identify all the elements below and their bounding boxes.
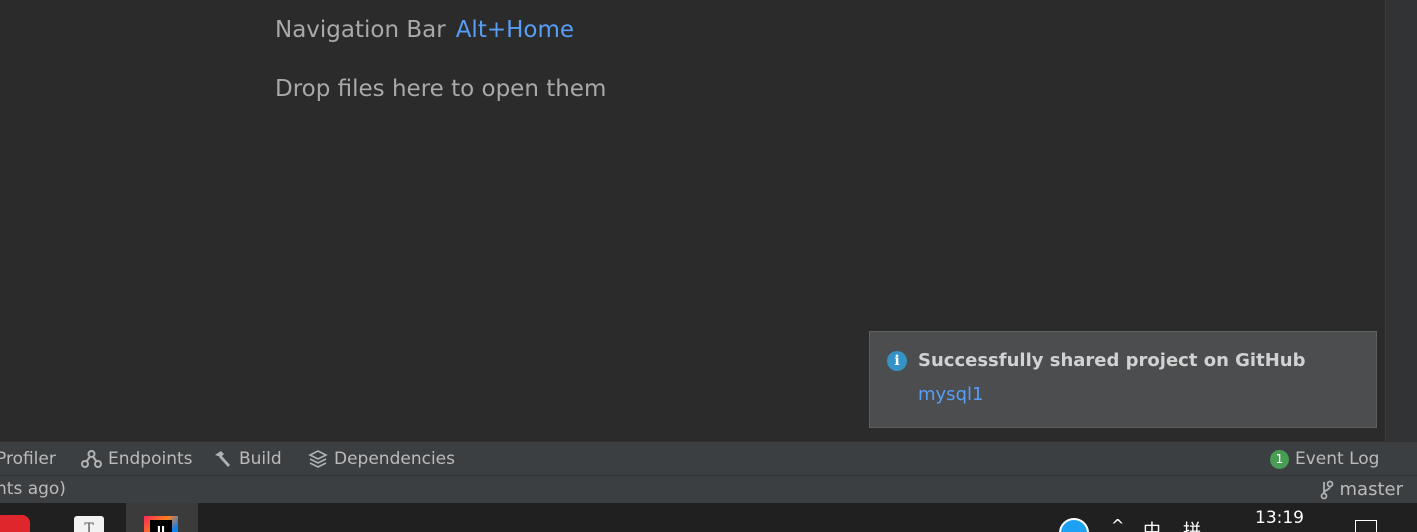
taskbar-app-intellij[interactable]: IJ — [126, 503, 198, 532]
tool-window-profiler[interactable]: Profiler — [0, 442, 56, 476]
taskbar-app-typora[interactable]: T — [60, 503, 118, 532]
status-message[interactable]: nts ago) — [0, 476, 66, 503]
tool-window-bar: Profiler Endpoints Build Dependencies 1E… — [0, 441, 1417, 475]
hint-shortcut: Alt+Home — [455, 17, 575, 43]
profiler-label: Profiler — [0, 449, 56, 469]
endpoints-label: Endpoints — [108, 449, 193, 469]
vertical-scrollbar[interactable] — [1385, 0, 1417, 441]
hammer-icon — [215, 451, 230, 467]
dependencies-label: Dependencies — [334, 449, 455, 469]
tray-expand-chevron-icon[interactable]: ^ — [1111, 516, 1124, 532]
build-label: Build — [239, 449, 282, 469]
navigation-bar-hint: Navigation Bar Alt+Home — [275, 17, 574, 43]
windows-taskbar: T IJ ^ 中 拼 13:19 — [0, 503, 1417, 532]
ime-mode-indicator[interactable]: 中 — [1143, 517, 1161, 532]
drop-files-hint: Drop files here to open them — [275, 76, 607, 102]
tool-window-endpoints[interactable]: Endpoints — [81, 442, 193, 476]
typora-icon: T — [74, 516, 104, 532]
clock-time[interactable]: 13:19 — [1255, 508, 1304, 528]
action-center-icon[interactable] — [1355, 520, 1377, 532]
notification-link[interactable]: mysql1 — [918, 384, 983, 405]
layers-icon — [308, 450, 328, 468]
status-bar: nts ago) master — [0, 475, 1417, 503]
info-icon: i — [887, 351, 907, 371]
git-branch-widget[interactable]: master — [1320, 476, 1403, 503]
event-count-badge: 1 — [1270, 449, 1289, 469]
notification-balloon[interactable]: i Successfully shared project on GitHub … — [869, 331, 1377, 428]
taskbar-app-netease-music[interactable] — [0, 503, 38, 532]
editor-area[interactable]: Navigation Bar Alt+Home Drop files here t… — [0, 0, 1385, 441]
help-tray-icon[interactable] — [1059, 518, 1089, 532]
ime-pinyin-indicator[interactable]: 拼 — [1183, 517, 1201, 532]
endpoints-icon — [81, 450, 102, 468]
netease-music-icon — [0, 515, 30, 532]
notification-title: Successfully shared project on GitHub — [918, 350, 1306, 371]
tool-window-dependencies[interactable]: Dependencies — [308, 442, 455, 476]
tool-window-build[interactable]: Build — [213, 442, 282, 476]
intellij-icon: IJ — [144, 516, 178, 532]
tool-window-event-log[interactable]: 1 Event Log — [1270, 442, 1379, 476]
hint-label: Navigation Bar — [275, 17, 446, 43]
branch-name: master — [1339, 479, 1403, 500]
git-branch-icon — [1320, 480, 1333, 500]
event-log-label: Event Log — [1295, 449, 1380, 469]
